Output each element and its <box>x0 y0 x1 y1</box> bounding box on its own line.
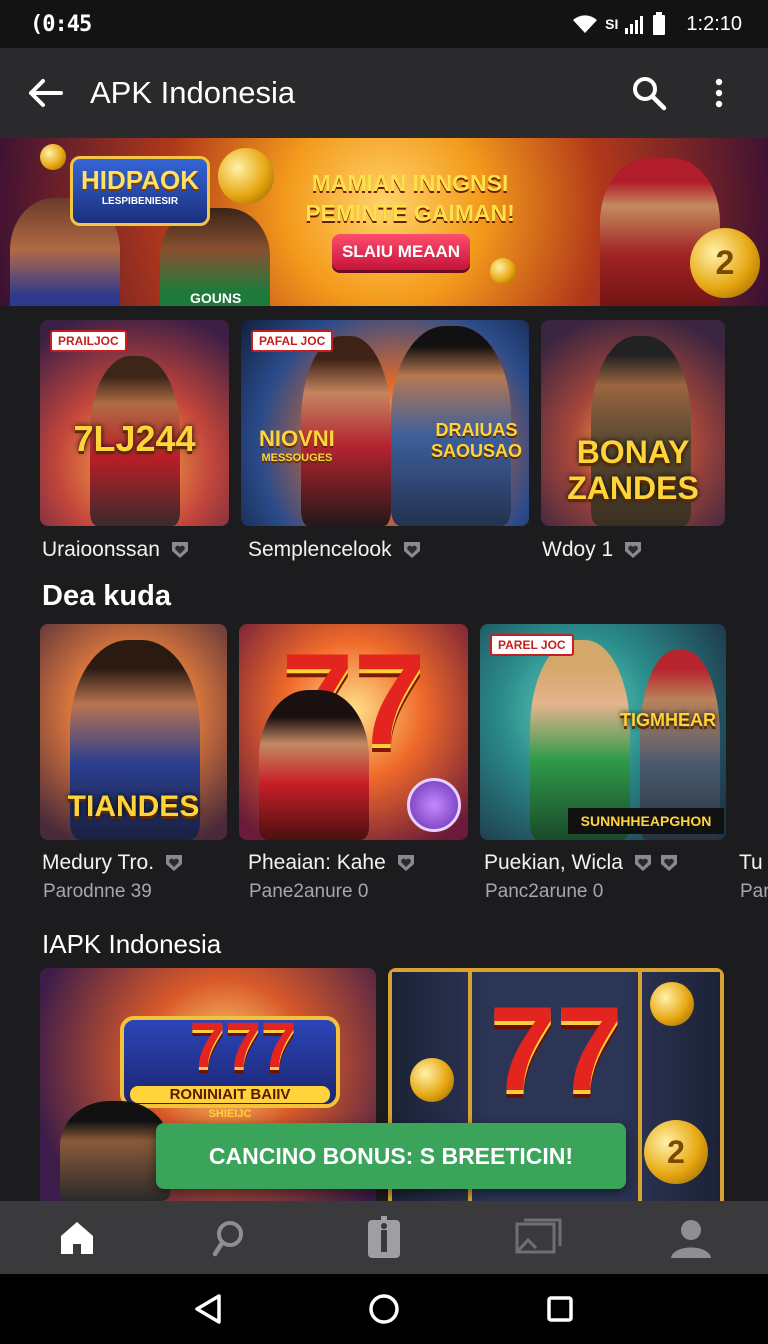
game-card[interactable]: PAFAL JOC NIOVNI MESSOUGES DRAIUAS SAOUS… <box>241 320 529 526</box>
search-icon <box>213 1220 244 1256</box>
game-card[interactable]: TIANDES <box>40 624 227 840</box>
game-caption: Medury Tro. <box>42 851 184 875</box>
nav-profile[interactable] <box>651 1201 731 1274</box>
game-caption: Tu <box>739 851 763 875</box>
card-art-text: 7LJ244 <box>73 418 196 459</box>
shield-heart-icon[interactable] <box>633 853 653 873</box>
banner-logo-text: HIDPAOK <box>81 165 199 195</box>
game-title[interactable]: Tu <box>739 851 763 875</box>
banner-logo-subtext: LESPIBENIESIR <box>101 196 179 207</box>
bonus-toast[interactable]: CANCINO BONUS: S BREETICIN! <box>156 1123 626 1189</box>
slot-coin <box>410 1058 454 1102</box>
game-title[interactable]: Semplencelook <box>248 538 392 562</box>
system-recents-button[interactable] <box>525 1274 595 1344</box>
info-icon <box>367 1215 400 1258</box>
cell-signal-icon <box>625 16 644 34</box>
game-subtitle: Pane2anure 0 <box>249 881 369 902</box>
system-back-button[interactable] <box>173 1274 243 1344</box>
banner-coin-small <box>218 148 274 204</box>
card-art-subtext: RONINIAIT BAIIV <box>130 1086 330 1103</box>
game-title[interactable]: Wdoy 1 <box>542 538 613 562</box>
wifi-icon <box>573 15 598 33</box>
game-caption: Puekian, Wicla <box>484 851 679 875</box>
card-art-text: NIOVNI MESSOUGES <box>259 426 335 464</box>
status-bar: (0:45 SI 1:2:10 <box>0 0 768 48</box>
search-icon <box>633 77 667 111</box>
card-badge: PAREL JOC <box>490 634 574 656</box>
featured-games-row: PRAILJOC 7LJ244 PAFAL JOC NIOVNI MESSOUG… <box>40 320 725 526</box>
system-home-button[interactable] <box>349 1274 419 1344</box>
card-art-text: DRAIUAS SAOUSAO <box>431 420 523 461</box>
nav-library[interactable] <box>498 1201 578 1274</box>
banner-headline: MAMIAN INNGNSI PEMINTE GAIMAN! <box>305 170 515 226</box>
nav-home[interactable] <box>37 1201 117 1274</box>
status-clock: 1:2:10 <box>686 12 742 35</box>
section-title: Dea kuda <box>42 580 171 612</box>
back-button[interactable] <box>0 48 90 138</box>
battery-icon <box>653 12 666 35</box>
card-art-text: TIANDES <box>67 790 200 823</box>
shield-heart-icon[interactable] <box>402 540 422 560</box>
card-art-text: BONAY ZANDES <box>567 434 699 506</box>
profile-icon <box>671 1219 712 1258</box>
nav-info[interactable] <box>344 1201 424 1274</box>
signal-text: SI <box>605 16 619 32</box>
game-subtitle: Panc2arune 0 <box>485 881 604 902</box>
card-emblem <box>407 778 461 832</box>
app-bar: APK Indonesia <box>0 48 768 138</box>
card-badge: PRAILJOC <box>50 330 127 352</box>
game-title[interactable]: Pheaian: Kahe <box>248 851 386 875</box>
game-caption: Uraioonssan <box>42 538 190 562</box>
banner-coin-small <box>490 258 516 284</box>
section-title: IAPK Indonesia <box>42 929 222 959</box>
promo-banner[interactable]: GOUNS HIDPAOK LESPIBENIESIR MAMIAN INNGN… <box>0 138 768 306</box>
search-button[interactable] <box>614 48 684 138</box>
shield-heart-icon[interactable] <box>659 853 679 873</box>
shield-heart-icon[interactable] <box>623 540 643 560</box>
more-vert-icon <box>715 78 723 108</box>
shield-heart-icon[interactable] <box>170 540 190 560</box>
card-badge: PAFAL JOC <box>251 330 334 352</box>
banner-shirt-text: GOUNS <box>190 290 242 306</box>
card-strip: SUNNHHEAPGHON <box>568 808 724 834</box>
game-subtitle: Parodnne 39 <box>43 881 152 902</box>
shield-heart-icon[interactable] <box>396 853 416 873</box>
card-art-text: 777 <box>189 1009 297 1081</box>
more-options-button[interactable] <box>684 48 754 138</box>
game-card[interactable]: PAREL JOC TIGMHEAR SUNNHHEAPGHON <box>480 624 726 840</box>
nav-search[interactable] <box>190 1201 270 1274</box>
slot-coin <box>650 982 694 1026</box>
game-title[interactable]: Puekian, Wicla <box>484 851 623 875</box>
game-caption: Semplencelook <box>248 538 422 562</box>
game-card[interactable]: PRAILJOC 7LJ244 <box>40 320 229 526</box>
status-right: SI 1:2:10 <box>571 12 742 36</box>
game-caption: Pheaian: Kahe <box>248 851 416 875</box>
card-character <box>259 690 369 840</box>
game-row: TIANDES 77 PAREL JOC TIGMHEAR SUNNHHEAPG… <box>40 624 726 840</box>
card-character <box>60 1101 170 1201</box>
banner-cta-button[interactable]: SLAIU MEAAN <box>332 234 470 270</box>
game-title[interactable]: Medury Tro. <box>42 851 154 875</box>
bottom-navigation <box>0 1201 768 1274</box>
banner-coin: 2 <box>690 228 760 298</box>
banner-logo: HIDPAOK LESPIBENIESIR <box>70 156 210 226</box>
triangle-back-icon <box>195 1294 221 1324</box>
library-icon <box>515 1218 562 1253</box>
arrow-back-icon <box>29 79 63 107</box>
game-card[interactable]: 77 <box>239 624 468 840</box>
banner-coin-small <box>40 144 66 170</box>
square-recents-icon <box>547 1296 573 1322</box>
system-navigation-bar <box>0 1274 768 1344</box>
status-time: (0:45 <box>30 11 92 37</box>
game-card[interactable]: BONAY ZANDES <box>541 320 725 526</box>
page-title: APK Indonesia <box>90 75 296 110</box>
game-title[interactable]: Uraioonssan <box>42 538 160 562</box>
game-subtitle: Par <box>740 881 768 902</box>
slot-coin: 2 <box>644 1120 708 1184</box>
home-icon <box>60 1221 93 1254</box>
game-caption: Wdoy 1 <box>542 538 643 562</box>
shield-heart-icon[interactable] <box>164 853 184 873</box>
circle-home-icon <box>369 1294 399 1324</box>
card-art-text: TIGMHEAR <box>620 710 716 730</box>
